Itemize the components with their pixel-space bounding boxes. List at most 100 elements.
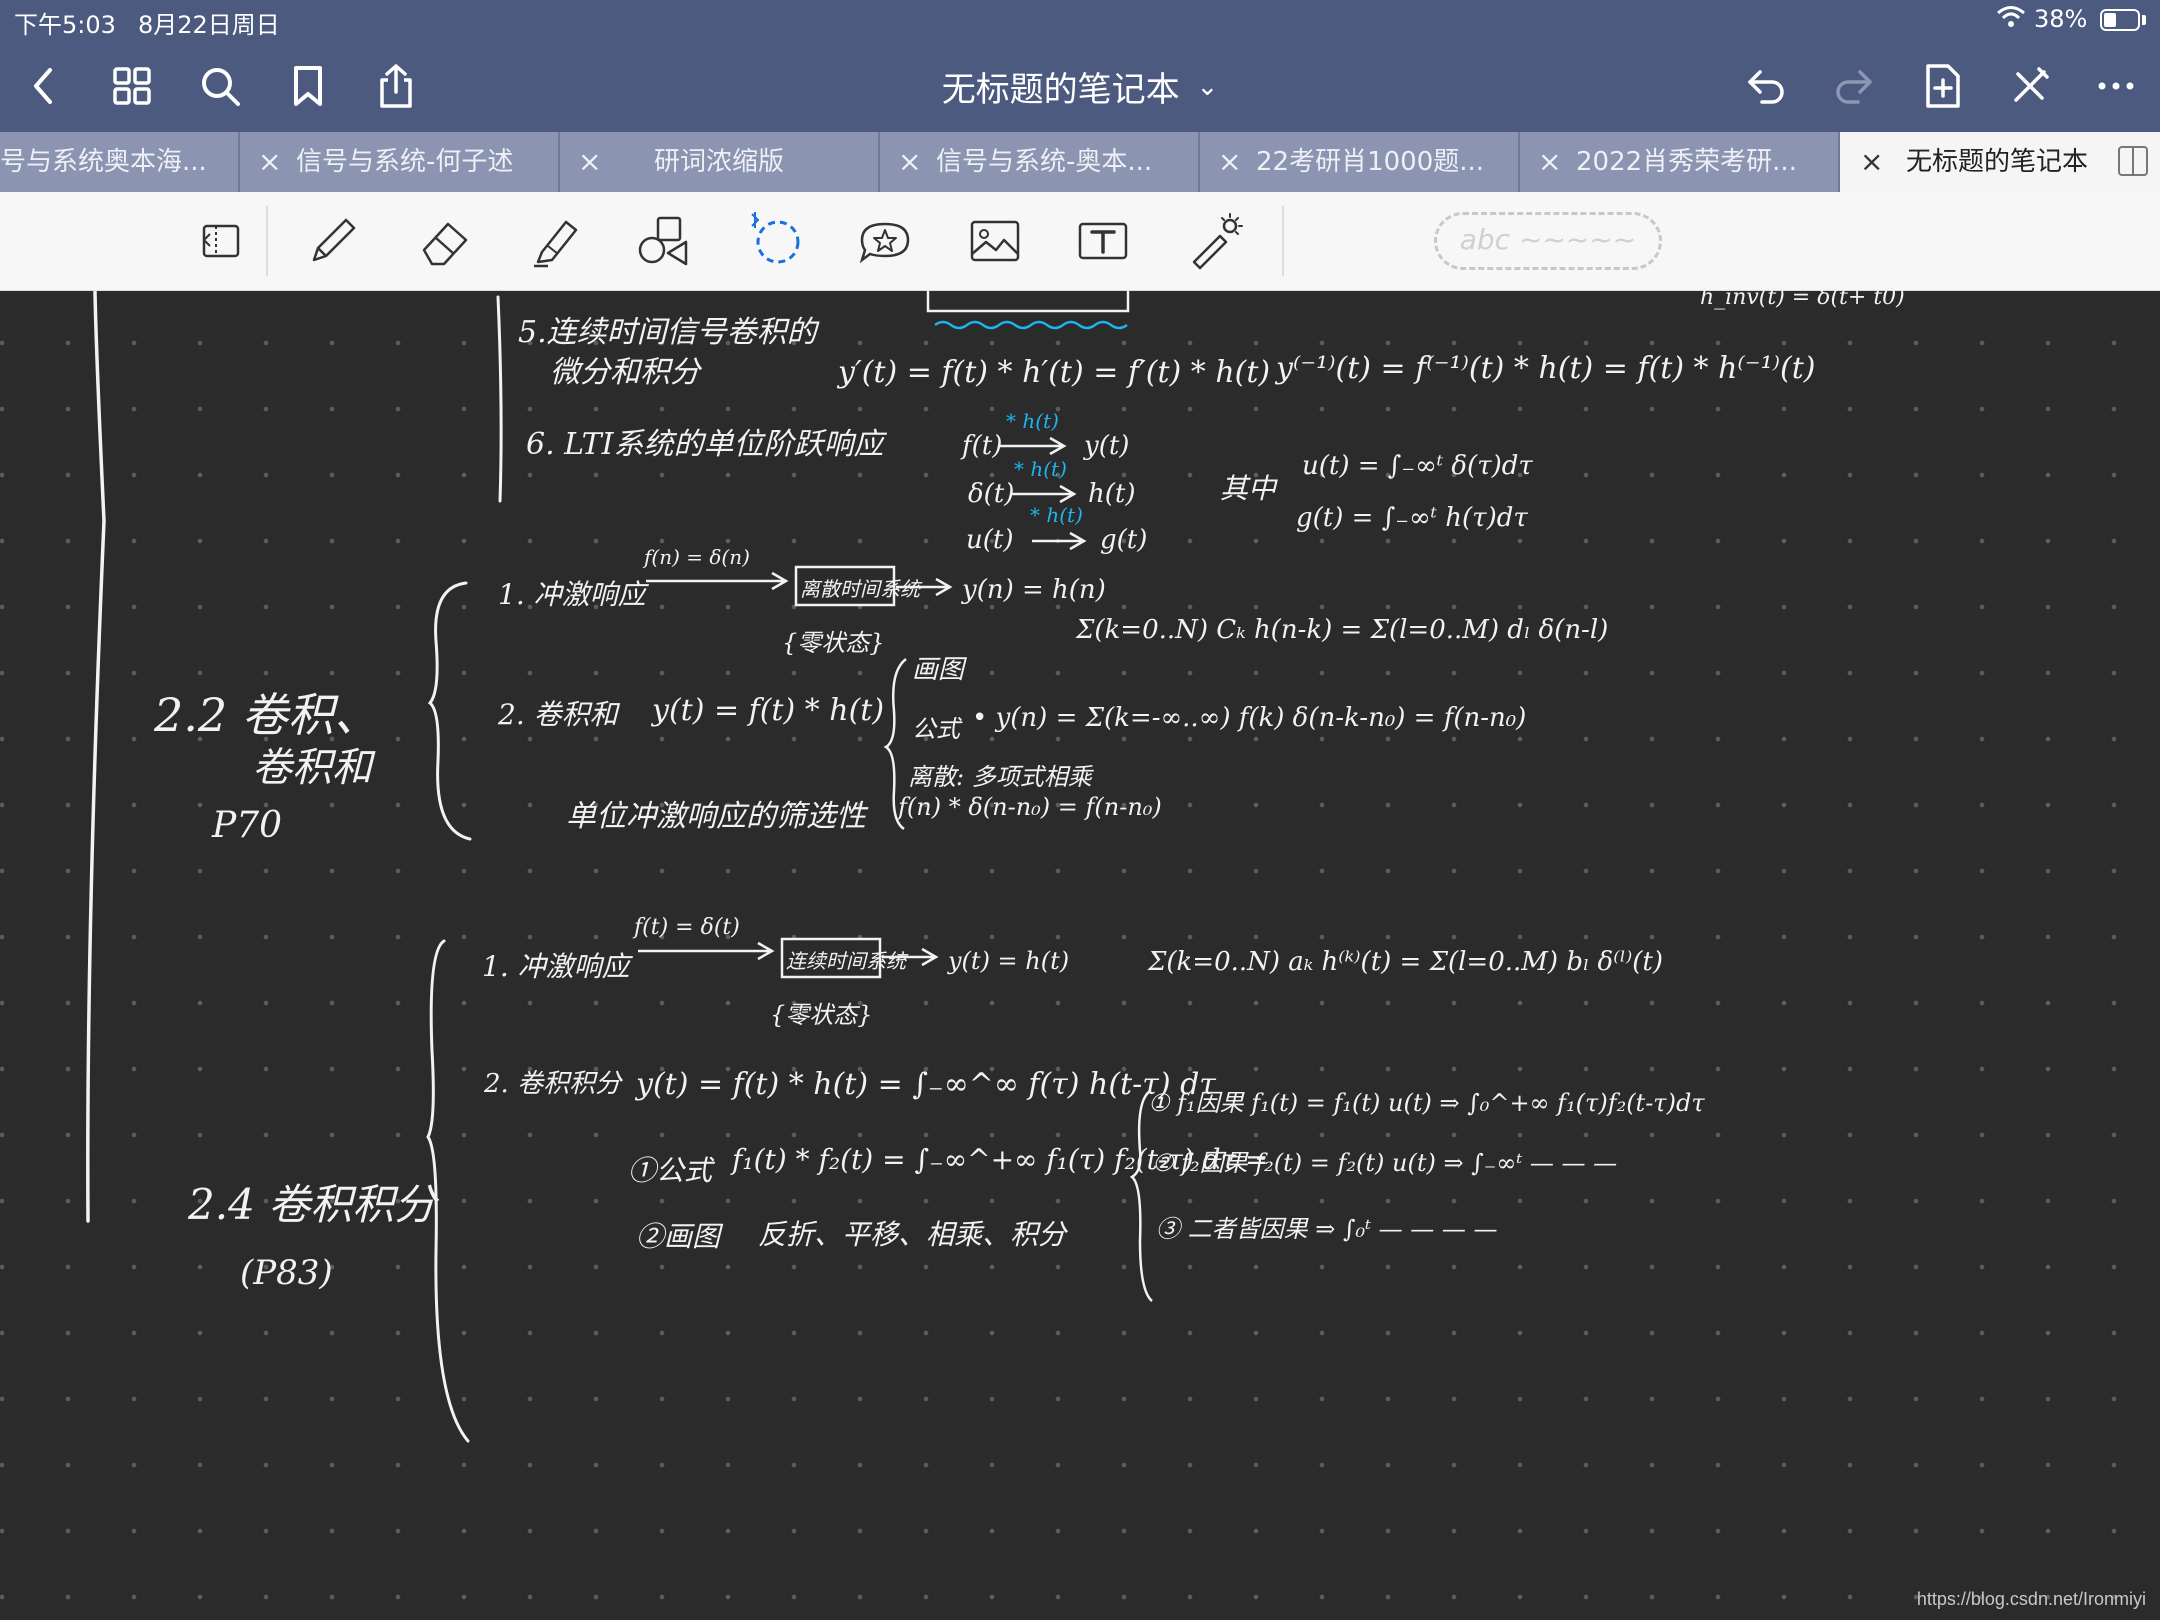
note-s22-sift: f(n) * δ(n-n₀) = f(n-n₀) [898,793,1162,821]
tab-close-icon[interactable]: × [258,132,281,192]
close-pen-icon[interactable] [2000,56,2060,116]
note-s22-item1: 1. 冲激响应 [498,578,646,611]
note-s22-state: {零状态} [782,629,885,657]
watermark: https://blog.csdn.net/Ironmiyi [1916,1589,2146,1609]
note-s24-page: (P83) [240,1253,333,1293]
note-s24-box: 连续时间系统 [786,949,906,973]
toolbar-divider [1282,206,1284,276]
note-s6-u: u(t) = ∫₋∞ᵗ δ(τ)dτ [1302,451,1533,481]
tab-label: 22考研肖1000题... [1256,147,1485,177]
note-s24-diff: Σ(k=0..N) aₖ h⁽ᵏ⁾(t) = Σ(l=0..M) bₗ δ⁽ˡ⁾… [1148,947,1664,977]
note-s5-title-2: 微分和积分 [550,355,700,390]
note-canvas[interactable]: h_inv(t) = δ(t+ t0) 5.连续时间信号卷积的 微分和积分 y′… [0,285,2160,1620]
nav-bar: 无标题的笔记本 ⌄ [0,44,2160,128]
more-icon[interactable] [2086,56,2146,116]
tab-bar: 号与系统奥本海... × 信号与系统-何子述 × 研词浓缩版 × 信号与系统-奥… [0,132,2160,192]
note-s6-r2-b: h(t) [1088,479,1136,509]
note-s22-formula-label: 公式 [912,715,960,743]
note-s24-item1: 1. 冲激响应 [482,950,630,983]
status-time: 下午5:03 [14,11,116,39]
pen-icon[interactable] [298,206,368,276]
tab-3[interactable]: × 研词浓缩版 [560,132,880,192]
note-s24-item2: 2. 卷积积分 [484,1069,622,1099]
note-s22-draw: 画图 [912,655,965,685]
note-s5-title-1: 5.连续时间信号卷积的 [518,315,817,350]
toolbar-divider [266,206,268,276]
redo-icon[interactable] [1824,56,1884,116]
note-s22-yn: y(n) = h(n) [962,575,1106,605]
title-chevron-down-icon[interactable]: ⌄ [1197,72,1219,102]
note-s6-r3-a: u(t) [966,525,1014,555]
note-s6-r2-label: * h(t) [1014,457,1067,481]
note-fragment: h_inv(t) = δ(t+ t0) [1700,285,1905,310]
tab-7-active[interactable]: × 无标题的笔记本 [1840,132,2160,192]
note-s6-title: 6. LTI系统的单位阶跃响应 [526,427,884,462]
note-s22-conv: y(t) = f(t) * h(t) [652,693,885,728]
highlighter-icon[interactable] [520,206,590,276]
lasso-icon[interactable] [740,206,810,276]
status-bar: 下午5:03 8月22日周日 38% [0,0,2160,40]
tab-close-icon[interactable]: × [578,132,601,192]
note-s24-state: {零状态} [770,1001,873,1029]
ink-strokes [86,291,1153,1443]
tab-5[interactable]: × 22考研肖1000题... [1200,132,1520,192]
status-date: 8月22日周日 [138,11,280,39]
split-view-icon[interactable] [2118,146,2148,176]
document-title-text[interactable]: 无标题的笔记本 [942,70,1180,110]
tab-close-icon[interactable]: × [1860,132,1883,192]
laser-pointer-icon[interactable] [1180,206,1250,276]
eraser-icon[interactable] [410,206,480,276]
note-s22-box: 离散时间系统 [800,577,920,601]
tab-label: 2022肖秀荣考研... [1576,147,1797,177]
battery-percent: 38% [2034,5,2088,33]
pen-preset-slot[interactable]: abc ~~~~~ [1434,212,1662,270]
note-s24-case2: ② f₂因果 f₂(t) = f₂(t) u(t) ⇒ ∫₋∞ᵗ — — — [1152,1149,1618,1177]
tab-2[interactable]: × 信号与系统-何子述 [240,132,560,192]
note-s24-draw: 反折、平移、相乘、积分 [758,1218,1067,1251]
note-s6-r3-b: g(t) [1100,525,1148,555]
note-s6-where: 其中 [1220,472,1277,505]
note-s22-discrete: 离散: 多项式相乘 [908,763,1092,791]
text-icon[interactable] [1068,206,1138,276]
tab-close-icon[interactable]: × [1218,132,1241,192]
undo-icon[interactable] [1736,56,1796,116]
note-s6-g: g(t) = ∫₋∞ᵗ h(τ)dτ [1296,503,1528,533]
image-icon[interactable] [960,206,1030,276]
note-s5-eq1: y′(t) = f(t) * h′(t) = f′(t) * h(t) [838,355,1271,390]
battery-icon [2100,9,2140,31]
note-s24-formula-label: ①公式 [628,1154,713,1187]
note-s6-r3-label: * h(t) [1030,503,1083,527]
tab-4[interactable]: × 信号与系统-奥本... [880,132,1200,192]
page-view-icon[interactable] [186,206,256,276]
note-s22-fn: f(n) = δ(n) [644,545,750,569]
sticker-icon[interactable] [850,206,920,276]
note-s22-diff: Σ(k=0..N) Cₖ h(n-k) = Σ(l=0..M) dₗ δ(n-l… [1076,615,1609,645]
shapes-icon[interactable] [630,206,700,276]
tab-1[interactable]: 号与系统奥本海... [0,132,240,192]
tab-6[interactable]: × 2022肖秀荣考研... [1520,132,1840,192]
note-s6-r1-a: f(t) [962,431,1003,461]
note-s24-case1: ① f₁因果 f₁(t) = f₁(t) u(t) ⇒ ∫₀^+∞ f₁(τ)f… [1148,1089,1705,1117]
note-s5-eq2: y⁽⁻¹⁾(t) = f⁽⁻¹⁾(t) * h(t) = f(t) * h⁽⁻¹… [1276,351,1816,386]
battery-tip [2142,15,2146,25]
tab-label: 研词浓缩版 [654,147,785,177]
note-s22-title-2: 卷积和 [252,745,372,791]
tab-label: 信号与系统-何子述 [296,147,514,177]
note-s22-page: P70 [212,805,283,846]
note-s24-title: 2.4 卷积积分 [188,1180,437,1229]
tab-close-icon[interactable]: × [1538,132,1561,192]
wifi-icon [1996,5,2026,35]
tab-label: 号与系统奥本海... [0,147,207,177]
add-page-icon[interactable] [1912,56,1972,116]
note-s24-yt: y(t) = h(t) [948,947,1070,975]
tab-label: 信号与系统-奥本... [936,147,1153,177]
note-s6-r2-a: δ(t) [968,479,1015,509]
note-s24-case3: ③ 二者皆因果 ⇒ ∫₀ᵗ — — — — [1156,1215,1498,1243]
note-s24-ft: f(t) = δ(t) [634,915,740,940]
note-s24-conv: y(t) = f(t) * h(t) = ∫₋∞^∞ f(τ) h(t-τ) d… [636,1067,1216,1102]
tab-close-icon[interactable]: × [898,132,921,192]
app-chrome: 下午5:03 8月22日周日 38% 无标题的笔记本 ⌄ 号与系统奥本海... … [0,0,2160,192]
tool-toolbar: abc ~~~~~ [0,192,2160,291]
note-s22-sift-title: 单位冲激响应的筛选性 [566,799,866,834]
tab-label: 无标题的笔记本 [1906,147,2089,177]
